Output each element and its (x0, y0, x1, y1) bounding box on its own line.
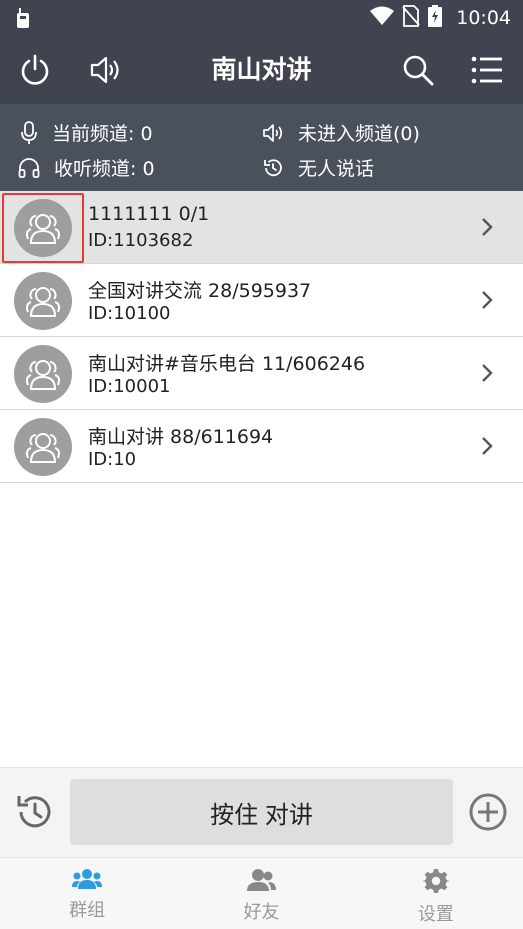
entered-channel-row: 未进入频道(0) (262, 119, 420, 146)
history-clock-icon (264, 158, 282, 176)
current-channel-row: 当前频道: 0 (20, 119, 153, 146)
channel-id: ID:10001 (88, 376, 171, 397)
history-icon[interactable] (14, 792, 54, 836)
tab-settings[interactable]: 设置 (349, 858, 523, 929)
chevron-right-icon (481, 436, 493, 460)
volume-icon (263, 123, 283, 142)
channel-id: ID:1103682 (88, 230, 194, 251)
no-sim-icon (402, 5, 420, 31)
channel-item[interactable]: 南山对讲 88/611694 ID:10 (0, 410, 523, 483)
push-to-talk-button[interactable]: 按住 对讲 (70, 779, 453, 845)
channel-item[interactable]: 南山对讲#音乐电台 11/606246 ID:10001 (0, 337, 523, 410)
status-bar: 10:04 (0, 0, 523, 36)
channel-name: 南山对讲#音乐电台 11/606246 (88, 353, 366, 375)
channel-name: 1111111 0/1 (88, 203, 210, 225)
battery-charging-icon (428, 5, 443, 31)
ptt-bar: 按住 对讲 (0, 767, 523, 857)
current-channel-text: 当前频道: 0 (52, 123, 153, 145)
headphones-icon (18, 157, 40, 178)
channel-name: 全国对讲交流 28/595937 (88, 280, 312, 302)
tab-label: 群组 (69, 900, 106, 921)
speaker-icon[interactable] (85, 50, 125, 90)
group-avatar-icon (14, 272, 72, 330)
channel-info-panel: 当前频道: 0 收听频道: 0 未进入频道(0) 无人说话 (0, 104, 523, 191)
entered-channel-text: 未进入频道(0) (298, 123, 420, 145)
microphone-icon (21, 120, 37, 144)
listen-channel-text: 收听频道: 0 (54, 158, 155, 180)
channel-item[interactable]: 1111111 0/1 ID:1103682 (0, 191, 523, 264)
channel-name: 南山对讲 88/611694 (88, 426, 274, 448)
title-bar: 南山对讲 (0, 36, 523, 104)
channel-id: ID:10100 (88, 303, 171, 324)
menu-list-icon[interactable] (467, 50, 507, 90)
wifi-icon (370, 6, 395, 30)
tab-label: 好友 (243, 902, 280, 923)
bottom-nav: 群组 好友 设置 (0, 857, 523, 929)
add-circle-icon[interactable] (468, 792, 508, 836)
tab-label: 设置 (417, 904, 454, 925)
clock: 10:04 (456, 7, 511, 29)
tab-friends[interactable]: 好友 (174, 858, 348, 929)
tab-groups[interactable]: 群组 (0, 858, 174, 929)
gear-icon (422, 869, 449, 893)
channel-list: 1111111 0/1 ID:1103682 全国对讲交流 28/595937 … (0, 191, 523, 483)
page-title: 南山对讲 (211, 55, 312, 84)
talker-text: 无人说话 (298, 158, 375, 180)
talker-row: 无人说话 (262, 154, 374, 181)
friends-icon (247, 869, 277, 891)
listen-channel-row: 收听频道: 0 (18, 154, 155, 181)
walkie-talkie-icon (14, 7, 32, 33)
channel-item[interactable]: 全国对讲交流 28/595937 ID:10100 (0, 264, 523, 337)
chevron-right-icon (481, 290, 493, 314)
chevron-right-icon (481, 217, 493, 241)
chevron-right-icon (481, 363, 493, 387)
search-icon[interactable] (398, 50, 438, 90)
power-icon[interactable] (15, 50, 55, 90)
group-icon (72, 869, 103, 889)
group-avatar-icon (14, 418, 72, 476)
selection-highlight (2, 193, 84, 263)
channel-id: ID:10 (88, 449, 137, 470)
group-avatar-icon (14, 345, 72, 403)
